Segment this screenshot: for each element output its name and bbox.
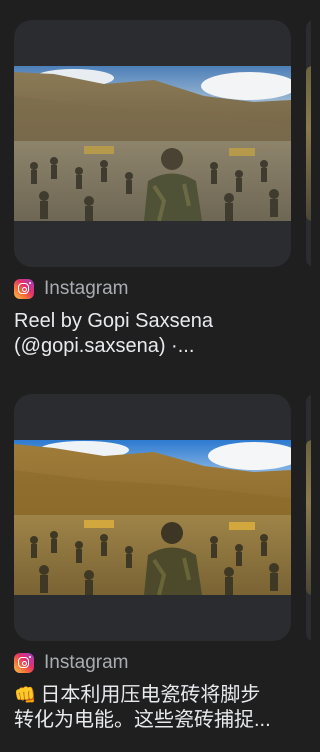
title-line[interactable]: 转化为电能。这些瓷砖捕捉... (14, 708, 291, 733)
image-results-grid: Instagram Reel by Gopi Saxsena (@gopi.sa… (0, 0, 311, 752)
title-line[interactable]: Reel by Gopi Saxsena (14, 309, 291, 334)
video-thumbnail[interactable] (14, 66, 291, 221)
source-row[interactable]: Instagram (14, 652, 291, 674)
next-result-thumbnail-peek[interactable] (306, 66, 311, 221)
title-line[interactable]: (@gopi.saxsena) ·... (14, 334, 291, 359)
next-result-thumbnail-peek[interactable] (306, 440, 311, 595)
title-line-text[interactable]: 日本利用压电瓷砖将脚步 (40, 684, 260, 706)
result-title[interactable]: Reel by Gopi Saxsena (@gopi.saxsena) ·..… (14, 309, 291, 359)
source-row[interactable]: Instagram (14, 278, 291, 300)
result-title[interactable]: 👊 日本利用压电瓷砖将脚步 转化为电能。这些瓷砖捕捉... (14, 683, 291, 733)
thumbnail-frame[interactable] (14, 394, 291, 641)
instagram-icon (14, 653, 34, 673)
instagram-icon (14, 279, 34, 299)
result-card[interactable]: Instagram 👊 日本利用压电瓷砖将脚步 转化为电能。这些瓷砖捕捉... (14, 394, 291, 733)
thumbnail-frame[interactable] (14, 20, 291, 267)
soldiers-desert-image (14, 440, 291, 595)
title-line[interactable]: 👊 日本利用压电瓷砖将脚步 (14, 683, 291, 708)
source-name[interactable]: Instagram (44, 652, 128, 674)
source-name[interactable]: Instagram (44, 278, 128, 300)
fist-icon: 👊 (14, 685, 37, 705)
result-card[interactable]: Instagram Reel by Gopi Saxsena (@gopi.sa… (14, 20, 291, 359)
soldiers-desert-image (14, 66, 291, 221)
video-thumbnail[interactable] (14, 440, 291, 595)
